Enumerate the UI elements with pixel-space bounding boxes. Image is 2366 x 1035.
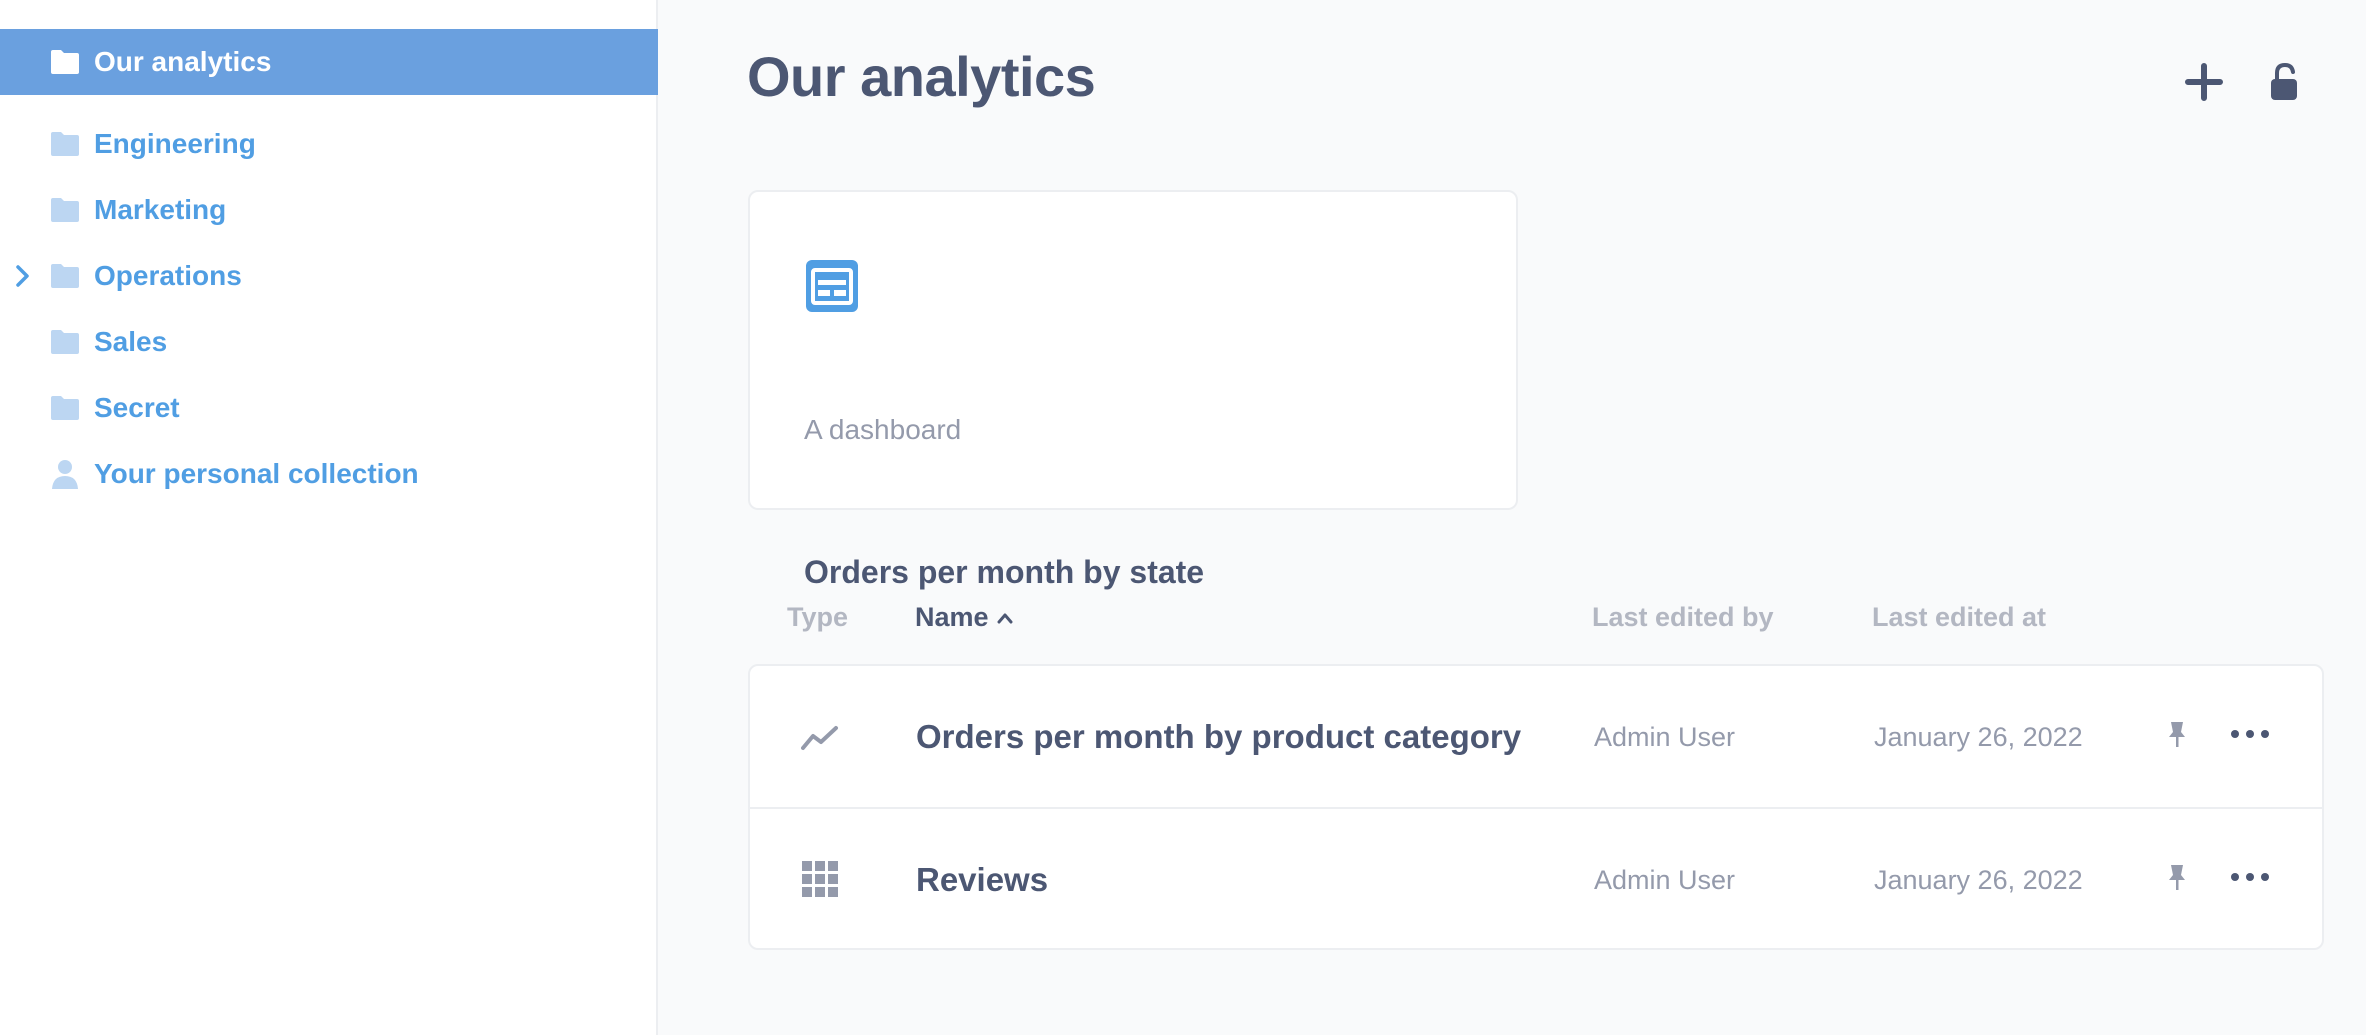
pinned-card-description: A dashboard	[804, 414, 962, 445]
sidebar-item-label: Your personal collection	[94, 458, 419, 489]
sidebar-item-label: Marketing	[94, 194, 227, 225]
sidebar-item-sales[interactable]: Sales	[0, 309, 658, 375]
dashboard-icon	[804, 258, 860, 314]
item-name[interactable]: Reviews	[916, 861, 1048, 899]
sidebar-item-label: Engineering	[94, 128, 256, 159]
item-last-edited-by: Admin User	[1594, 865, 1736, 895]
person-icon	[48, 459, 82, 489]
lock-icon	[2267, 62, 2301, 107]
page-title: Our analytics	[747, 45, 1096, 108]
more-options-icon[interactable]	[2222, 716, 2278, 752]
new-item-button[interactable]	[2180, 60, 2228, 108]
line-chart-icon	[800, 718, 840, 758]
column-header-name[interactable]: Name	[915, 602, 1013, 633]
chevron-right-icon[interactable]	[12, 261, 34, 291]
item-name[interactable]: Orders per month by product category	[916, 718, 1521, 756]
sidebar-item-marketing[interactable]: Marketing	[0, 177, 658, 243]
more-options-icon[interactable]	[2222, 859, 2278, 895]
table-grid-icon	[800, 859, 840, 899]
item-last-edited-at: January 26, 2022	[1874, 722, 2083, 752]
column-header-last-edited-by[interactable]: Last edited by	[1592, 602, 1774, 633]
item-last-edited-by: Admin User	[1594, 722, 1736, 752]
folder-icon	[48, 195, 82, 225]
sidebar-item-secret[interactable]: Secret	[0, 375, 658, 441]
sidebar: Our analytics Engineering Marketing Oper…	[0, 0, 658, 1035]
sidebar-item-label: Secret	[94, 392, 180, 423]
pin-icon[interactable]	[2162, 716, 2192, 752]
folder-icon	[48, 327, 82, 357]
plus-icon	[2184, 62, 2224, 107]
folder-icon	[48, 261, 82, 291]
sidebar-item-engineering[interactable]: Engineering	[0, 111, 658, 177]
folder-icon	[48, 393, 82, 423]
sidebar-item-label: Operations	[94, 260, 242, 291]
folder-icon	[48, 129, 82, 159]
sidebar-item-label: Sales	[94, 326, 168, 357]
column-header-type[interactable]: Type	[787, 602, 848, 633]
pinned-dashboard-card[interactable]: Orders per month by state A dashboard	[748, 190, 1518, 590]
column-header-last-edited-at[interactable]: Last edited at	[1872, 602, 2046, 633]
column-header-label: Name	[915, 602, 989, 632]
chevron-up-icon	[997, 612, 1013, 624]
permissions-button[interactable]	[2260, 60, 2308, 108]
items-table: Orders per month by product category Adm…	[748, 664, 2324, 950]
pin-icon[interactable]	[2162, 859, 2192, 895]
folder-icon	[48, 47, 82, 77]
sidebar-item-operations[interactable]: Operations	[0, 243, 658, 309]
sidebar-item-personal-collection[interactable]: Your personal collection	[0, 441, 658, 507]
collection-main: Our analytics Orders per month by state …	[660, 0, 2366, 1035]
sidebar-item-our-analytics[interactable]: Our analytics	[0, 29, 658, 95]
table-row[interactable]: Reviews Admin User January 26, 2022	[750, 807, 2322, 948]
table-row[interactable]: Orders per month by product category Adm…	[750, 666, 2322, 807]
item-last-edited-at: January 26, 2022	[1874, 865, 2083, 895]
pinned-card-title: Orders per month by state	[804, 554, 1205, 590]
sidebar-item-label: Our analytics	[94, 46, 272, 77]
